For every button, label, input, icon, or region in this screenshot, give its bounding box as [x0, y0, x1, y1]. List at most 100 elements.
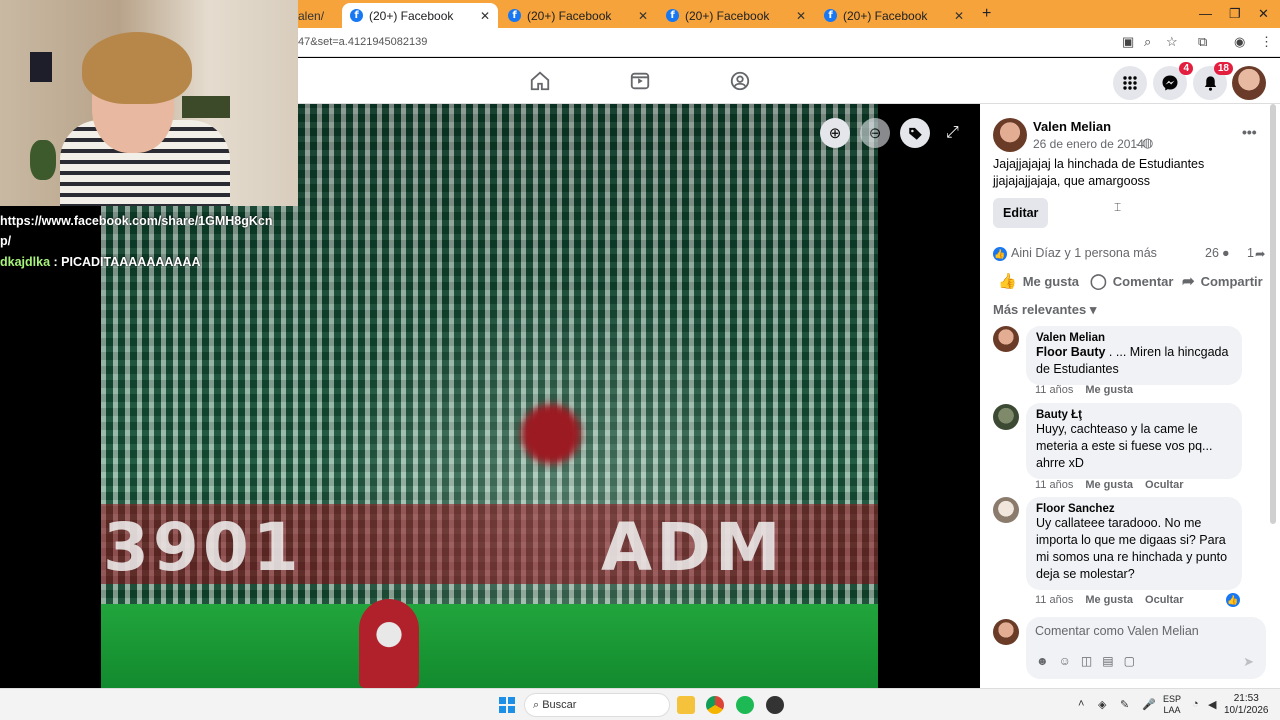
more-options-icon[interactable]: ••• [1242, 124, 1257, 140]
photo-pitch [101, 604, 878, 688]
tray-pen-icon[interactable]: ✎ [1120, 698, 1129, 711]
post-author[interactable]: Valen Melian [1033, 119, 1111, 134]
comment-compose-box[interactable]: Comentar como Valen Melian ☻ ☺ ◫ ▤ ▢ ➤ [1026, 617, 1266, 679]
comment-hide-link[interactable]: Ocultar [1145, 479, 1184, 491]
gif-icon[interactable]: ▤ [1102, 654, 1113, 668]
messenger-icon[interactable]: 4 [1153, 62, 1193, 100]
share-label: Compartir [1200, 273, 1263, 289]
url-text[interactable]: 47&set=a.4121945082139 [298, 36, 427, 48]
tab-facebook-1[interactable]: f (20+) Facebook ✕ [342, 3, 498, 28]
globe-icon: ◍ [1142, 135, 1154, 150]
share-button[interactable]: ➦ Compartir [1182, 272, 1263, 290]
shares-count[interactable]: 1 [1247, 246, 1254, 260]
comment-author[interactable]: Floor Sanchez [1036, 503, 1232, 515]
webcam-tv [182, 96, 230, 118]
comment-meta: 11 años Me gusta Ocultar [1035, 594, 1196, 606]
tray-chevron-icon[interactable]: ˄ [1078, 698, 1084, 710]
comment-avatar[interactable] [993, 497, 1019, 523]
comment-bubble-icon: ● [1222, 246, 1230, 260]
restore-icon[interactable]: ❐ [1229, 6, 1241, 22]
new-tab-plus-icon[interactable]: + [982, 5, 991, 23]
comment-avatar[interactable] [993, 326, 1019, 352]
bookmark-star-icon[interactable]: ☆ [1166, 34, 1178, 50]
tag-icon[interactable] [900, 118, 930, 148]
tab-close-icon[interactable]: ✕ [638, 9, 648, 23]
comment-text: Floor Bauty . ... Miren la hincgada de E… [1036, 344, 1232, 378]
notifications-bell-icon[interactable]: 18 [1193, 62, 1233, 100]
tab-close-icon[interactable]: ✕ [796, 9, 806, 23]
language-indicator[interactable]: ESP LAA [1163, 694, 1181, 716]
zoom-out-icon[interactable]: ⊖ [860, 118, 890, 148]
tab-facebook-3[interactable]: f (20+) Facebook ✕ [658, 3, 814, 28]
tab-title: (20+) Facebook [369, 8, 454, 23]
watch-video-icon[interactable] [627, 68, 653, 94]
comment-avatar[interactable] [993, 404, 1019, 430]
windows-start-icon[interactable] [499, 697, 515, 713]
comment-age[interactable]: 11 años [1035, 479, 1073, 491]
taskbar-clock[interactable]: 21:53 10/1/2026 [1224, 693, 1269, 717]
minimize-icon[interactable]: — [1199, 6, 1212, 21]
compose-avatar[interactable] [993, 619, 1019, 645]
like-reaction-icon: 👍 [993, 246, 1007, 261]
author-avatar[interactable] [993, 118, 1027, 152]
wifi-icon[interactable]: ◔ [1192, 698, 1199, 710]
comment-meta: 11 años Me gusta [1035, 384, 1145, 396]
tray-app-icon[interactable]: ◈ [1098, 698, 1106, 711]
file-explorer-icon[interactable] [677, 696, 695, 714]
comment-like-link[interactable]: Me gusta [1085, 594, 1133, 606]
account-avatar[interactable] [1232, 66, 1266, 100]
camera-icon[interactable]: ◫ [1081, 654, 1092, 668]
comments-count[interactable]: 26 [1205, 246, 1219, 260]
home-icon[interactable] [527, 68, 553, 94]
fullscreen-icon[interactable]: ⤢ [946, 124, 959, 142]
tab-close-icon[interactable]: ✕ [954, 9, 964, 23]
spotify-icon[interactable] [736, 696, 754, 714]
microphone-icon[interactable]: 🎤 [1142, 698, 1156, 711]
comment-age[interactable]: 11 años [1035, 384, 1073, 396]
groups-icon[interactable] [727, 68, 753, 94]
browser-menu-icon[interactable]: ⋮ [1260, 34, 1273, 50]
comment-button[interactable]: ◯ Comentar [1090, 272, 1173, 290]
share-icon: ➦ [1182, 273, 1195, 290]
banner-text-left: 3901 [103, 509, 303, 586]
extensions-icon[interactable]: ⧉ [1198, 34, 1207, 50]
zoom-in-icon[interactable]: ⊕ [820, 118, 850, 148]
thumbs-up-icon: 👍 [998, 273, 1017, 290]
install-app-icon[interactable]: ▣ [1122, 34, 1134, 50]
comment-author[interactable]: Valen Melian [1036, 332, 1232, 344]
comment-like-link[interactable]: Me gusta [1085, 384, 1133, 396]
close-window-icon[interactable]: ✕ [1258, 6, 1269, 22]
clock-time: 21:53 [1233, 693, 1259, 704]
cursor-icon: ⌶ [1114, 200, 1122, 214]
comment-like-link[interactable]: Me gusta [1085, 479, 1133, 491]
tab-close-icon[interactable]: ✕ [480, 9, 490, 23]
webcam-plant [30, 140, 56, 180]
comment-like-reaction-icon: 👍 [1226, 593, 1240, 607]
reactions-text[interactable]: Aini Díaz y 1 persona más [1011, 246, 1157, 260]
zoom-icon[interactable]: ⌕ [1144, 34, 1151, 50]
volume-icon[interactable]: ◀ [1208, 698, 1216, 711]
sort-dropdown[interactable]: Más relevantes ▾ [993, 302, 1096, 318]
avatar-sticker-icon[interactable]: ☻ [1036, 654, 1049, 668]
obs-icon[interactable] [766, 696, 784, 714]
chrome-icon[interactable] [706, 696, 724, 714]
menu-grid-icon[interactable] [1113, 66, 1147, 100]
comment-age[interactable]: 11 años [1035, 594, 1073, 606]
taskbar-search[interactable]: ⌕ Buscar [524, 693, 670, 717]
comment-mention[interactable]: Floor Bauty [1036, 345, 1105, 359]
sticker-icon[interactable]: ▢ [1124, 654, 1135, 668]
send-icon[interactable]: ➤ [1243, 654, 1254, 670]
tab-facebook-2[interactable]: f (20+) Facebook ✕ [500, 3, 656, 28]
profile-icon[interactable]: ◉ [1234, 34, 1245, 50]
edit-button[interactable]: Editar [993, 198, 1049, 228]
facebook-favicon-icon: f [824, 9, 837, 22]
tab-facebook-4[interactable]: f (20+) Facebook ✕ [816, 3, 972, 28]
emoji-icon[interactable]: ☺ [1059, 654, 1071, 668]
like-button[interactable]: 👍 Me gusta [998, 272, 1079, 290]
panel-scrollbar[interactable] [1270, 104, 1276, 524]
comment-author[interactable]: Bauty Łţ [1036, 409, 1232, 421]
comment-hide-link[interactable]: Ocultar [1145, 594, 1184, 606]
tab-partial[interactable]: alen/ [298, 3, 342, 28]
notifications-badge: 18 [1213, 62, 1233, 75]
post-date[interactable]: 26 de enero de 2014 [1033, 137, 1144, 151]
